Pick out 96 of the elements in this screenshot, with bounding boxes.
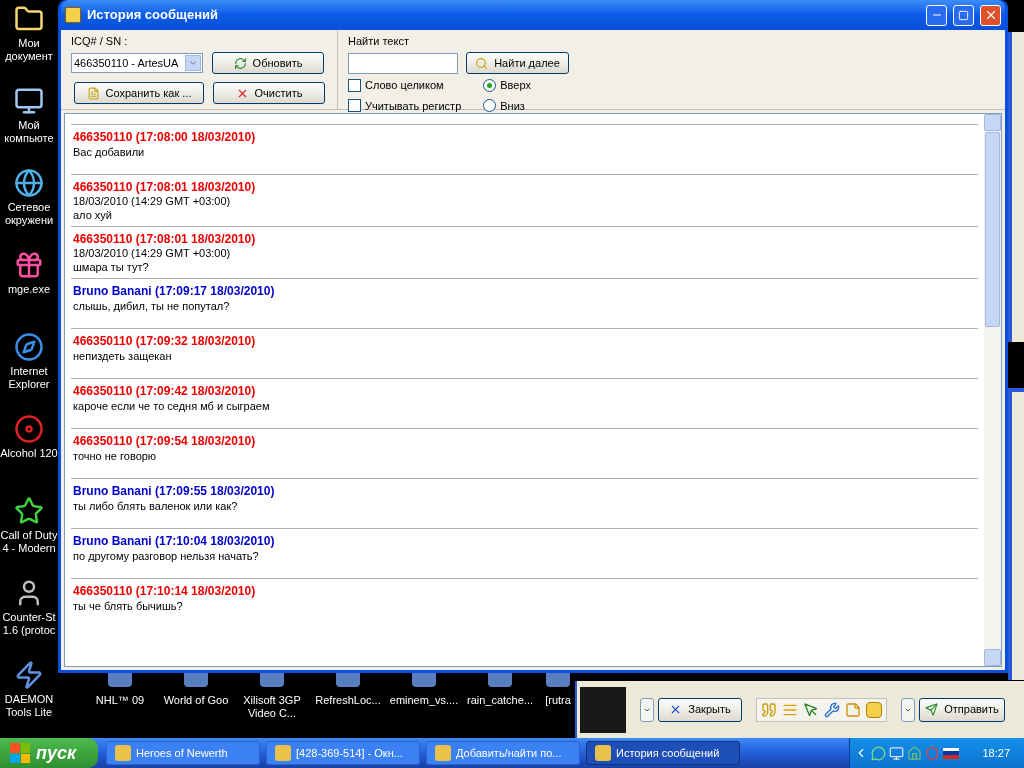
save-as-button[interactable]: Сохранить как ... <box>74 82 204 104</box>
message-text: по другому разговор нельзя начать? <box>73 549 260 563</box>
star-icon[interactable] <box>14 496 44 526</box>
app-icon <box>435 745 451 761</box>
taskbar-button[interactable]: Добавить/найти по... <box>426 741 580 765</box>
maximize-icon <box>958 9 969 21</box>
contact-select[interactable]: 466350110 - ArtesUA <box>71 53 203 73</box>
message-text: непиздеть защекан <box>73 349 173 363</box>
send-button[interactable]: Отправить <box>919 697 1005 722</box>
chevron-down-icon <box>188 58 198 68</box>
close-button[interactable] <box>980 4 1001 26</box>
app-icon <box>595 745 611 761</box>
computer-icon[interactable] <box>14 86 44 116</box>
desktop-icon-label[interactable]: eminem_vs.... <box>389 694 459 707</box>
flag-icon[interactable] <box>943 747 959 759</box>
search-label: Найти текст <box>348 34 410 48</box>
monitor-icon[interactable] <box>889 745 904 761</box>
desktop-icon-label[interactable]: Мои документ <box>0 37 58 63</box>
desktop-icon-label[interactable]: Internet Explorer <box>0 365 58 391</box>
chat-bubble-icon[interactable] <box>871 745 886 761</box>
message-timestamp: 18/03/2010 (14:29 GMT +03:00) <box>73 247 232 260</box>
message-header: Bruno Banani (17:09:55 18/03/2010) <box>73 484 276 499</box>
desktop-icon-label[interactable]: Call of Duty 4 - Modern <box>0 529 58 555</box>
house-icon[interactable] <box>907 745 922 761</box>
desktop-icon-label[interactable]: Сетевое окружени <box>0 201 58 227</box>
close-button[interactable]: Закрыть <box>658 697 742 722</box>
contact-label: ICQ# / SN : <box>71 34 129 48</box>
gift-icon[interactable] <box>14 250 44 280</box>
desktop-icon-label[interactable]: Alcohol 120 <box>0 447 58 460</box>
compass-icon[interactable] <box>14 332 44 362</box>
message-header: 466350110 (17:10:14 18/03/2010) <box>73 584 257 599</box>
app-icon <box>115 745 131 761</box>
search-field[interactable] <box>348 52 458 74</box>
message-header: 466350110 (17:09:32 18/03/2010) <box>73 334 257 349</box>
dropdown-button[interactable] <box>640 697 654 722</box>
message-text: ало хуй <box>73 208 113 222</box>
message-header: 466350110 (17:08:01 18/03/2010) <box>73 232 257 247</box>
windows-logo-icon <box>10 743 30 763</box>
find-next-button[interactable]: Найти далее <box>466 52 569 74</box>
checkbox-label: Слово целиком <box>365 78 444 93</box>
message-header: Bruno Banani (17:10:04 18/03/2010) <box>73 534 276 549</box>
maximize-button[interactable] <box>953 4 974 26</box>
taskbar-button[interactable]: [428-369-514] - Окн... <box>266 741 420 765</box>
message-timestamp: 18/03/2010 (14:29 GMT +03:00) <box>73 195 232 208</box>
globe-icon[interactable] <box>14 168 44 198</box>
quote-icon[interactable] <box>761 701 777 718</box>
taskbar-button[interactable]: История сообщений <box>586 741 740 765</box>
desktop-icon-label[interactable]: DAEMON Tools Lite <box>0 693 58 719</box>
dropdown-button[interactable] <box>901 697 915 722</box>
message-header: 466350110 (17:08:00 18/03/2010) <box>73 130 257 145</box>
refresh-button[interactable]: Обновить <box>212 52 324 74</box>
desktop-icon-label[interactable]: RefreshLoc... <box>315 694 381 707</box>
note-icon[interactable] <box>845 701 861 718</box>
pointer-icon[interactable] <box>803 701 819 718</box>
search-icon <box>475 56 489 70</box>
message-text: кароче если че то седня мб и сыграем <box>73 399 271 413</box>
message-text: ты либо блять валенок или как? <box>73 499 239 513</box>
message-text: точно не говорю <box>73 449 158 463</box>
checkbox[interactable] <box>348 99 361 113</box>
checkbox-label: Учитывать регистр <box>365 98 462 114</box>
clear-button[interactable]: Очистить <box>213 82 325 104</box>
desktop-icon-label[interactable]: Counter-St 1.6 (protoc <box>0 611 58 637</box>
radio-label: Вверх <box>500 78 531 93</box>
app-logo-icon <box>65 7 81 23</box>
message-header: 466350110 (17:08:01 18/03/2010) <box>73 180 257 195</box>
message-text: слышь, дибил, ты не попутал? <box>73 299 231 313</box>
message-header: 466350110 (17:09:42 18/03/2010) <box>73 384 257 399</box>
desktop-icon-label[interactable]: World of Goo <box>163 694 229 707</box>
document-icon <box>86 86 100 100</box>
desktop-icon-label[interactable]: rain_catche... <box>466 694 533 707</box>
scrollbar[interactable] <box>984 114 1001 666</box>
taskbar-button[interactable]: Heroes of Newerth <box>106 741 260 765</box>
avatar-placeholder <box>580 686 626 733</box>
message-text: ты че блять бычишь? <box>73 599 184 613</box>
desktop-icon-label[interactable]: mge.exe <box>0 283 58 296</box>
clock: 18:27 <box>982 745 1010 761</box>
radio-button[interactable] <box>483 78 497 92</box>
message-header: Bruno Banani (17:09:17 18/03/2010) <box>73 284 276 299</box>
message-text: шмара ты тут? <box>73 260 150 274</box>
desktop-icon-label[interactable]: Мой компьюте <box>0 119 58 145</box>
app-icon <box>275 745 291 761</box>
window-title: История сообщений <box>87 6 219 25</box>
lightning-icon[interactable] <box>14 660 44 690</box>
minimize-button[interactable] <box>926 4 947 26</box>
radio-label: Вниз <box>500 98 525 114</box>
refresh-icon <box>233 56 247 70</box>
checkbox[interactable] <box>348 78 361 92</box>
message-text: Вас добавили <box>73 145 146 159</box>
message-header: 466350110 (17:09:54 18/03/2010) <box>73 434 257 449</box>
radio-button[interactable] <box>483 99 497 113</box>
send-icon <box>925 703 939 716</box>
desktop-icon-label[interactable]: [rutra <box>545 694 571 707</box>
wrench-icon[interactable] <box>824 701 840 718</box>
desktop-icon-label[interactable]: Xilisoft 3GP Video C... <box>234 694 310 720</box>
disc-icon[interactable] <box>14 414 44 444</box>
desktop-icon-label[interactable]: NHL™ 09 <box>95 694 145 707</box>
